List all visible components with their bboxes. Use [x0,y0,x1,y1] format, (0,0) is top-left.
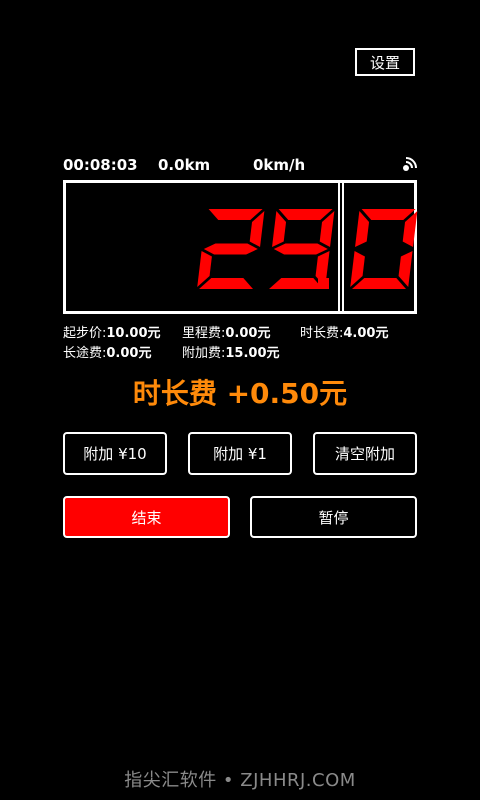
fare-decimal-point [318,278,329,289]
fare-digit-1-segment-d [269,278,323,289]
fare-digit-0-segment-a [208,209,263,220]
mileage-fare: 里程费:0.00元 [182,326,271,341]
fare-decimal-digit-0-segment-d [352,278,406,289]
long-distance-fare: 长途费:0.00元 [63,346,152,361]
add-10-button[interactable]: 附加 ¥10 [63,432,167,475]
watermark: 指尖汇软件 • ZJHHRJ.COM [124,770,356,791]
fare-digit-1-segment-f [272,211,287,247]
fare-digit-0-segment-d [199,278,253,289]
extra-fare: 附加费:15.00元 [182,346,280,361]
fare-digit-0-segment-g [203,243,258,255]
end-trip-button[interactable]: 结束 [63,496,230,538]
add-1-button[interactable]: 附加 ¥1 [188,432,292,475]
time-fare: 时长费:4.00元 [300,326,389,341]
fare-decimal-digit-0-segment-a [361,209,416,220]
fare-digit-1-segment-a [278,209,333,220]
fare-decimal-digit-0-segment-f [355,211,370,247]
base-fare: 起步价:10.00元 [63,326,161,341]
fare-decimal-digit-0-segment-c [398,251,413,287]
fare-notice: 时长费 +0.50元 [132,377,348,410]
clear-extra-button[interactable]: 清空附加 [313,432,417,475]
pause-button[interactable]: 暂停 [250,496,417,538]
fare-digit-1-segment-g [273,243,328,255]
